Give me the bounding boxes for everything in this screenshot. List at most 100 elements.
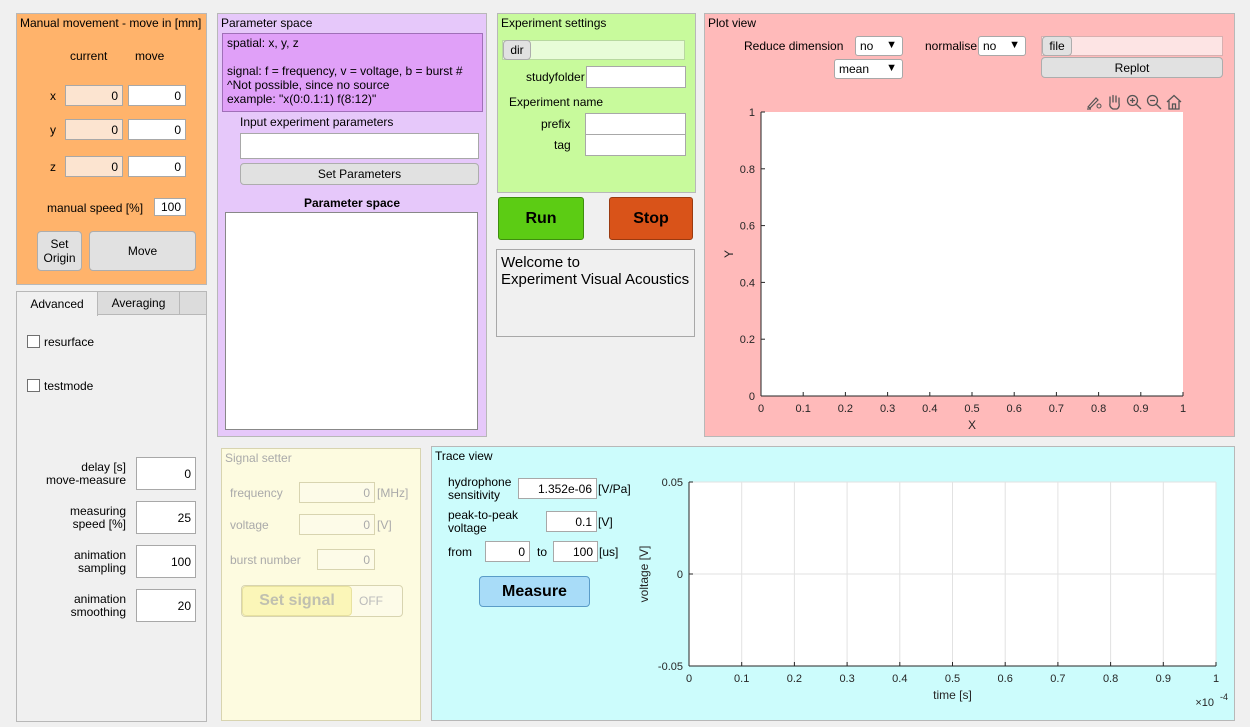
y-tick-label: 0 (677, 569, 683, 581)
testmode-checkbox[interactable] (27, 379, 40, 392)
tag-label: tag (554, 138, 571, 152)
chevron-down-icon: ▼ (886, 39, 897, 51)
set-parameters-button[interactable]: Set Parameters (240, 163, 479, 185)
parameter-list[interactable] (225, 212, 478, 430)
peak-to-peak-field[interactable] (546, 511, 597, 532)
x-tick-label: 0.4 (922, 403, 937, 415)
trace-view-chart[interactable]: 0 0.1 0.2 0.3 0.4 0.5 0.6 0.7 0.8 0.9 1-0.0500.05t… (630, 470, 1230, 715)
tag-field[interactable] (585, 134, 686, 156)
help-line: spatial: x, y, z (227, 36, 299, 50)
run-button[interactable]: Run (498, 197, 584, 240)
x-current-field (65, 85, 123, 106)
col-move-label: move (135, 49, 165, 63)
hydrophone-sensitivity-field[interactable] (518, 478, 597, 499)
voltage-unit: [V] (377, 518, 392, 532)
hydrophone-label: hydrophone sensitivity (448, 475, 512, 502)
x-tick-label: 0.8 (1091, 403, 1106, 415)
resurface-label: resurface (44, 335, 95, 349)
signal-setter-title: Signal setter (225, 451, 292, 465)
reduce-method-dropdown[interactable]: mean ▼ (834, 59, 903, 79)
parameter-space-panel: Parameter space spatial: x, y, z signal:… (217, 13, 487, 437)
col-current-label: current (70, 49, 108, 63)
x-tick-label: 0.1 (796, 403, 811, 415)
x-tick-label: 0 (686, 673, 692, 685)
x-tick-label: 0.7 (1049, 403, 1064, 415)
x-tick-label: 0.2 (787, 673, 802, 685)
y-move-field[interactable] (128, 119, 186, 140)
delay-field[interactable] (136, 457, 196, 490)
set-origin-button[interactable]: Set Origin (37, 231, 82, 271)
manual-speed-field[interactable] (154, 198, 186, 216)
burst-number-label: burst number (230, 553, 301, 567)
axis-x-label: x (50, 89, 56, 103)
x-tick-label: 0.6 (1007, 403, 1022, 415)
measure-button[interactable]: Measure (479, 576, 590, 607)
y-tick-label: 0.4 (740, 277, 755, 289)
animation-smoothing-field[interactable] (136, 589, 196, 622)
x-axis-label: time [s] (933, 688, 972, 702)
trace-view-title: Trace view (435, 449, 493, 463)
normalise-dropdown[interactable]: no ▼ (978, 36, 1026, 56)
x-tick-label: 0.6 (998, 673, 1013, 685)
resurface-checkbox[interactable] (27, 335, 40, 348)
move-button[interactable]: Move (89, 231, 196, 271)
studyfolder-label: studyfolder (526, 70, 585, 84)
x-tick-label: 1 (1180, 403, 1186, 415)
animation-sampling-field[interactable] (136, 545, 196, 578)
plot-area (761, 112, 1183, 396)
chevron-down-icon: ▼ (1009, 39, 1020, 51)
experiment-settings-title: Experiment settings (501, 16, 607, 30)
x-tick-label: 0.9 (1156, 673, 1171, 685)
frequency-field (299, 482, 375, 503)
y-tick-label: 0.05 (662, 477, 683, 489)
reduce-dimension-value: no (860, 39, 874, 53)
frequency-label: frequency (230, 486, 283, 500)
experiment-name-label: Experiment name (509, 95, 604, 109)
plot-view-chart[interactable]: 0 0.1 0.2 0.3 0.4 0.5 0.6 0.7 0.8 0.9 1 0 0.2 0.4 0.6 0… (705, 100, 1225, 436)
help-line (227, 50, 478, 64)
signal-toggle-label: OFF (359, 594, 383, 608)
prefix-field[interactable] (585, 113, 686, 135)
reduce-dimension-dropdown[interactable]: no ▼ (855, 36, 903, 56)
plot-view-title: Plot view (708, 16, 757, 30)
x-tick-label: 0.9 (1133, 403, 1148, 415)
axis-y-label: y (50, 123, 56, 137)
hydrophone-unit: [V/Pa] (598, 482, 631, 496)
animation-smoothing-label: animation smoothing (70, 592, 126, 619)
x-axis-label: X (968, 418, 976, 432)
manual-movement-panel: Manual movement - move in [mm] current m… (16, 13, 207, 285)
animation-sampling-label: animation sampling (73, 548, 126, 575)
x-tick-label: 0.7 (1050, 673, 1065, 685)
measuring-speed-label: measuring speed [%] (69, 504, 126, 531)
to-field[interactable] (553, 541, 598, 562)
replot-button[interactable]: Replot (1041, 57, 1223, 78)
from-field[interactable] (485, 541, 530, 562)
normalise-label: normalise (925, 39, 978, 53)
burst-number-field (317, 549, 375, 570)
x-tick-label: 0 (758, 403, 764, 415)
stop-button[interactable]: Stop (609, 197, 693, 240)
experiment-params-input[interactable] (240, 133, 479, 159)
reduce-dimension-label: Reduce dimension (744, 39, 844, 53)
peak-to-peak-label: peak-to-peak voltage (448, 508, 519, 535)
y-tick-label: -0.05 (658, 661, 683, 673)
x-move-field[interactable] (128, 85, 186, 106)
testmode-label: testmode (44, 379, 94, 393)
z-current-field (65, 156, 123, 177)
studyfolder-field[interactable] (586, 66, 686, 88)
voltage-label: voltage (230, 518, 269, 532)
x-tick-label: 0.1 (734, 673, 749, 685)
y-tick-label: 0.6 (740, 221, 755, 233)
to-label: to (537, 545, 548, 559)
z-move-field[interactable] (128, 156, 186, 177)
tab-averaging[interactable]: Averaging (97, 291, 180, 315)
parameter-help-box: spatial: x, y, z signal: f = frequency, … (222, 33, 483, 112)
dir-button[interactable]: dir (503, 40, 531, 60)
x-tick-label: 0.8 (1103, 673, 1118, 685)
normalise-value: no (983, 39, 997, 53)
set-signal-button: Set signal (242, 586, 352, 616)
x-tick-label: 1 (1213, 673, 1219, 685)
tab-advanced[interactable]: Advanced (16, 291, 98, 316)
measuring-speed-field[interactable] (136, 501, 196, 534)
file-button[interactable]: file (1042, 36, 1072, 56)
